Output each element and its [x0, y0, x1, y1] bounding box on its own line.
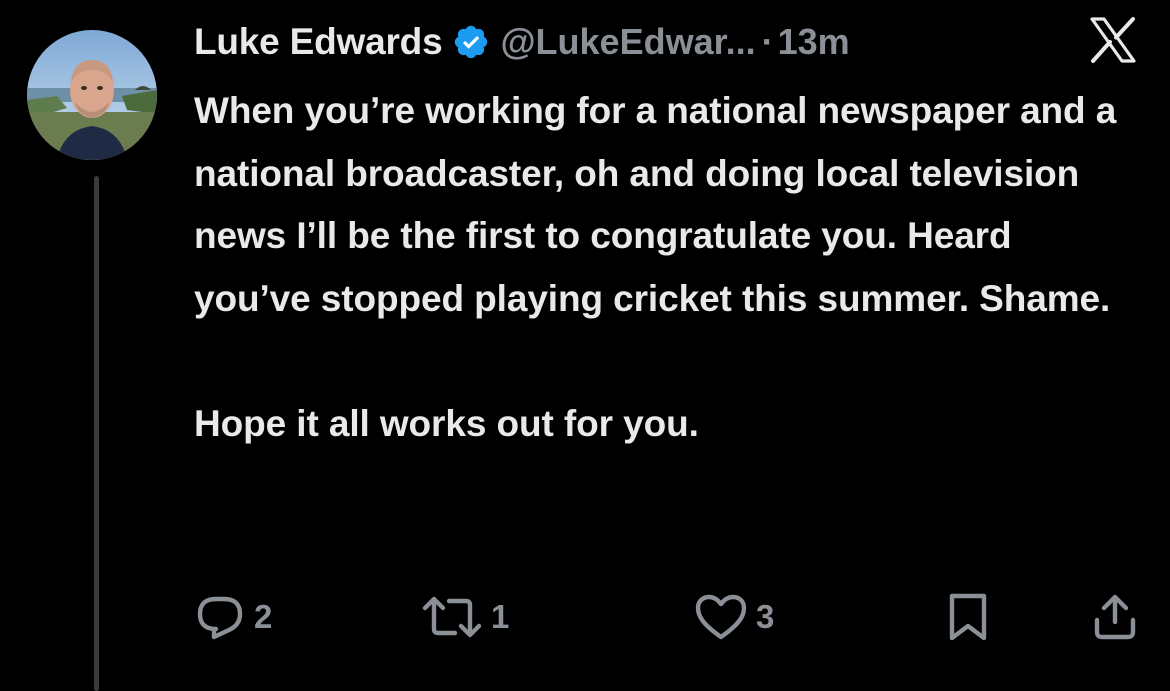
tweet-paragraph: When you’re working for a national newsp…: [194, 90, 1117, 319]
repost-count: 1: [491, 598, 510, 635]
repost-button[interactable]: 1: [421, 592, 509, 642]
heart-icon: [694, 593, 748, 641]
reply-count: 2: [254, 598, 273, 635]
timestamp[interactable]: 13m: [778, 21, 850, 63]
avatar[interactable]: [27, 30, 157, 160]
bookmark-icon: [946, 592, 990, 642]
share-icon: [1090, 592, 1140, 642]
author-name[interactable]: Luke Edwards: [194, 21, 443, 63]
thread-line: [94, 176, 99, 691]
reply-button[interactable]: 2: [194, 592, 272, 642]
bookmark-button[interactable]: [946, 592, 990, 642]
verified-badge-icon: [452, 23, 490, 61]
tweet-text: When you’re working for a national newsp…: [194, 80, 1134, 456]
action-bar: 2 1 3: [194, 592, 1144, 642]
author-handle[interactable]: @LukeEdwar...: [500, 21, 755, 63]
like-count: 3: [756, 598, 775, 635]
like-button[interactable]: 3: [694, 592, 774, 642]
separator-dot: ·: [761, 21, 774, 62]
x-logo-icon: [1088, 16, 1138, 64]
tweet[interactable]: Luke Edwards @LukeEdwar... · 13m When yo…: [0, 0, 1170, 691]
tweet-paragraph: Hope it all works out for you.: [194, 402, 699, 444]
share-button[interactable]: [1090, 592, 1140, 642]
tweet-header: Luke Edwards @LukeEdwar... · 13m: [194, 14, 850, 70]
reply-icon: [194, 593, 246, 641]
repost-icon: [421, 593, 483, 641]
